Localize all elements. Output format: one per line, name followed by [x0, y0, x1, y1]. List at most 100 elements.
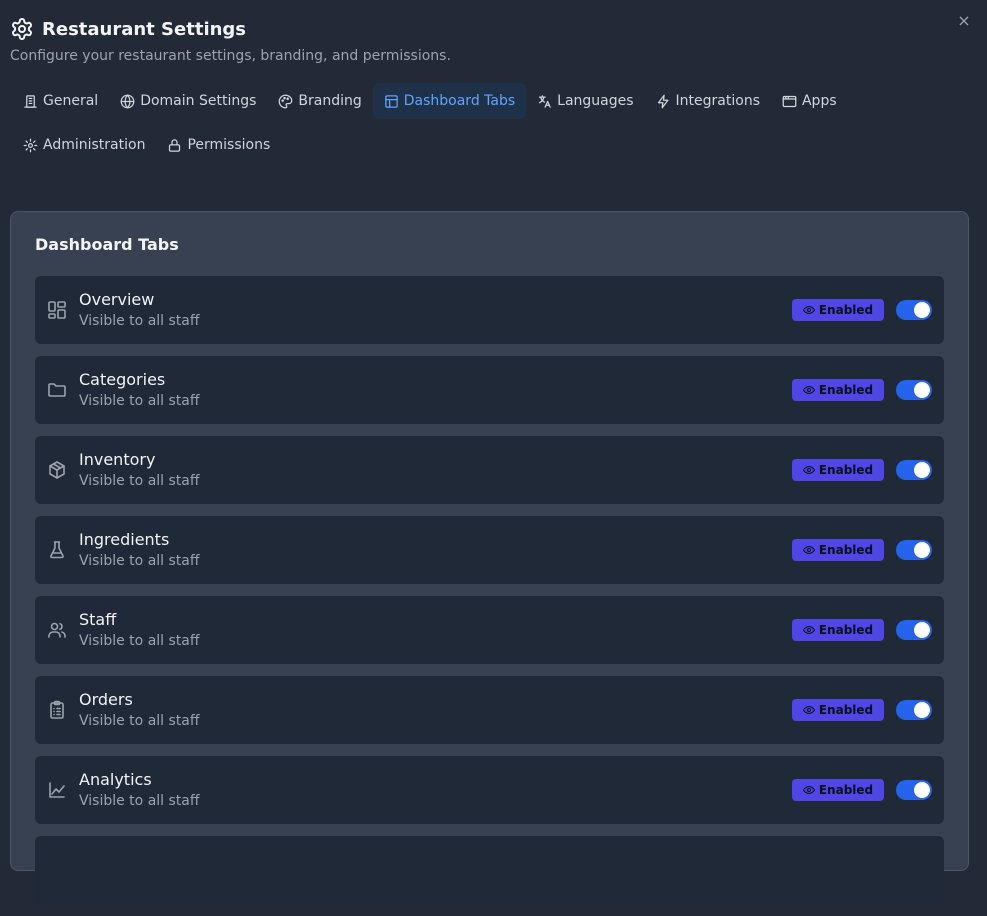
item-description: Visible to all staff [79, 713, 200, 729]
item-name: Categories [79, 370, 166, 389]
package-icon [49, 461, 65, 479]
eye-icon [802, 305, 815, 315]
panel-title: Dashboard Tabs [35, 235, 179, 254]
eye-icon [802, 545, 815, 555]
eye-icon [802, 785, 815, 795]
toggle-knob [914, 622, 930, 638]
status-label: Enabled [818, 303, 874, 317]
status-badge: Enabled [792, 459, 884, 481]
page-title: Restaurant Settings [42, 18, 247, 40]
status-label: Enabled [818, 703, 874, 717]
item-name: Analytics [79, 770, 152, 789]
tab-label: Branding [298, 93, 362, 109]
flask-icon [50, 541, 64, 559]
translate-icon [539, 94, 551, 108]
visibility-toggle[interactable] [896, 540, 932, 560]
toggle-knob [914, 382, 930, 398]
gear-icon [12, 18, 32, 40]
tab-label: Administration [43, 137, 146, 153]
status-label: Enabled [818, 383, 874, 397]
item-description: Visible to all staff [79, 473, 200, 489]
tab-administration[interactable]: Administration [12, 127, 156, 163]
lock-icon [169, 138, 181, 152]
clipboard-icon [50, 700, 64, 719]
list-item-staff: Staff Visible to all staff Enabled [35, 596, 944, 664]
item-name: Overview [79, 290, 155, 309]
tab-integrations[interactable]: Integrations [645, 83, 771, 119]
tab-label: General [43, 93, 99, 109]
status-badge: Enabled [792, 779, 884, 801]
toggle-knob [914, 302, 930, 318]
visibility-toggle[interactable] [896, 460, 932, 480]
users-icon [48, 622, 66, 638]
status-badge: Enabled [792, 619, 884, 641]
layout-icon [385, 94, 398, 108]
visibility-toggle[interactable] [896, 380, 932, 400]
list-item-partial [35, 836, 944, 904]
item-description: Visible to all staff [79, 393, 200, 409]
tab-label: Permissions [187, 137, 271, 153]
eye-icon [802, 465, 815, 475]
globe-icon [120, 94, 135, 108]
status-label: Enabled [818, 543, 874, 557]
dashboard-tab-list: Overview Visible to all staff Enabled Ca… [35, 276, 944, 916]
app-window-icon [782, 95, 797, 107]
tab-branding[interactable]: Branding [267, 83, 372, 119]
toggle-knob [914, 542, 930, 558]
settings-tabs: General Domain Settings Branding Dashboa… [12, 83, 972, 171]
status-badge: Enabled [792, 539, 884, 561]
status-label: Enabled [818, 463, 874, 477]
chart-line-icon [49, 782, 65, 798]
zap-icon [657, 94, 669, 108]
grid-icon [48, 301, 66, 319]
tab-apps[interactable]: Apps [771, 83, 848, 119]
toggle-knob [914, 702, 930, 718]
item-description: Visible to all staff [79, 553, 200, 569]
eye-icon [802, 625, 815, 635]
gear-icon [23, 138, 38, 152]
list-item-categories: Categories Visible to all staff Enabled [35, 356, 944, 424]
item-description: Visible to all staff [79, 793, 200, 809]
visibility-toggle[interactable] [896, 620, 932, 640]
tab-label: Integrations [675, 93, 760, 109]
building-icon [24, 94, 37, 108]
visibility-toggle[interactable] [896, 780, 932, 800]
status-badge: Enabled [792, 299, 884, 321]
item-name: Staff [79, 610, 117, 629]
item-name: Inventory [79, 450, 156, 469]
toggle-knob [914, 462, 930, 478]
list-item-orders: Orders Visible to all staff Enabled [35, 676, 944, 744]
status-badge: Enabled [792, 699, 884, 721]
visibility-toggle[interactable] [896, 300, 932, 320]
status-badge: Enabled [792, 379, 884, 401]
status-label: Enabled [818, 783, 874, 797]
folder-icon [48, 383, 66, 397]
dashboard-tabs-panel: Dashboard Tabs Overview Visible to all s… [10, 211, 969, 904]
close-icon[interactable]: × [955, 12, 973, 30]
eye-icon [802, 705, 815, 715]
tab-permissions[interactable]: Permissions [156, 127, 281, 163]
tab-languages[interactable]: Languages [526, 83, 644, 119]
tab-dashboard-tabs[interactable]: Dashboard Tabs [372, 83, 527, 119]
list-item-ingredients: Ingredients Visible to all staff Enabled [35, 516, 944, 584]
list-item-analytics: Analytics Visible to all staff Enabled [35, 756, 944, 824]
list-item-overview: Overview Visible to all staff Enabled [35, 276, 944, 344]
tab-domain-settings[interactable]: Domain Settings [109, 83, 267, 119]
eye-icon [802, 385, 815, 395]
page-subtitle: Configure your restaurant settings, bran… [10, 48, 451, 64]
visibility-toggle[interactable] [896, 700, 932, 720]
palette-icon [279, 94, 293, 108]
tab-label: Domain Settings [140, 93, 257, 109]
list-item-inventory: Inventory Visible to all staff Enabled [35, 436, 944, 504]
modal-header: Restaurant Settings [10, 16, 246, 42]
tab-label: Dashboard Tabs [403, 93, 516, 109]
tab-general[interactable]: General [12, 83, 109, 119]
toggle-knob [914, 782, 930, 798]
item-name: Ingredients [79, 530, 170, 549]
item-description: Visible to all staff [79, 313, 200, 329]
item-name: Orders [79, 690, 133, 709]
tab-label: Languages [557, 93, 634, 109]
tab-label: Apps [801, 93, 837, 109]
item-description: Visible to all staff [79, 633, 200, 649]
status-label: Enabled [818, 623, 874, 637]
